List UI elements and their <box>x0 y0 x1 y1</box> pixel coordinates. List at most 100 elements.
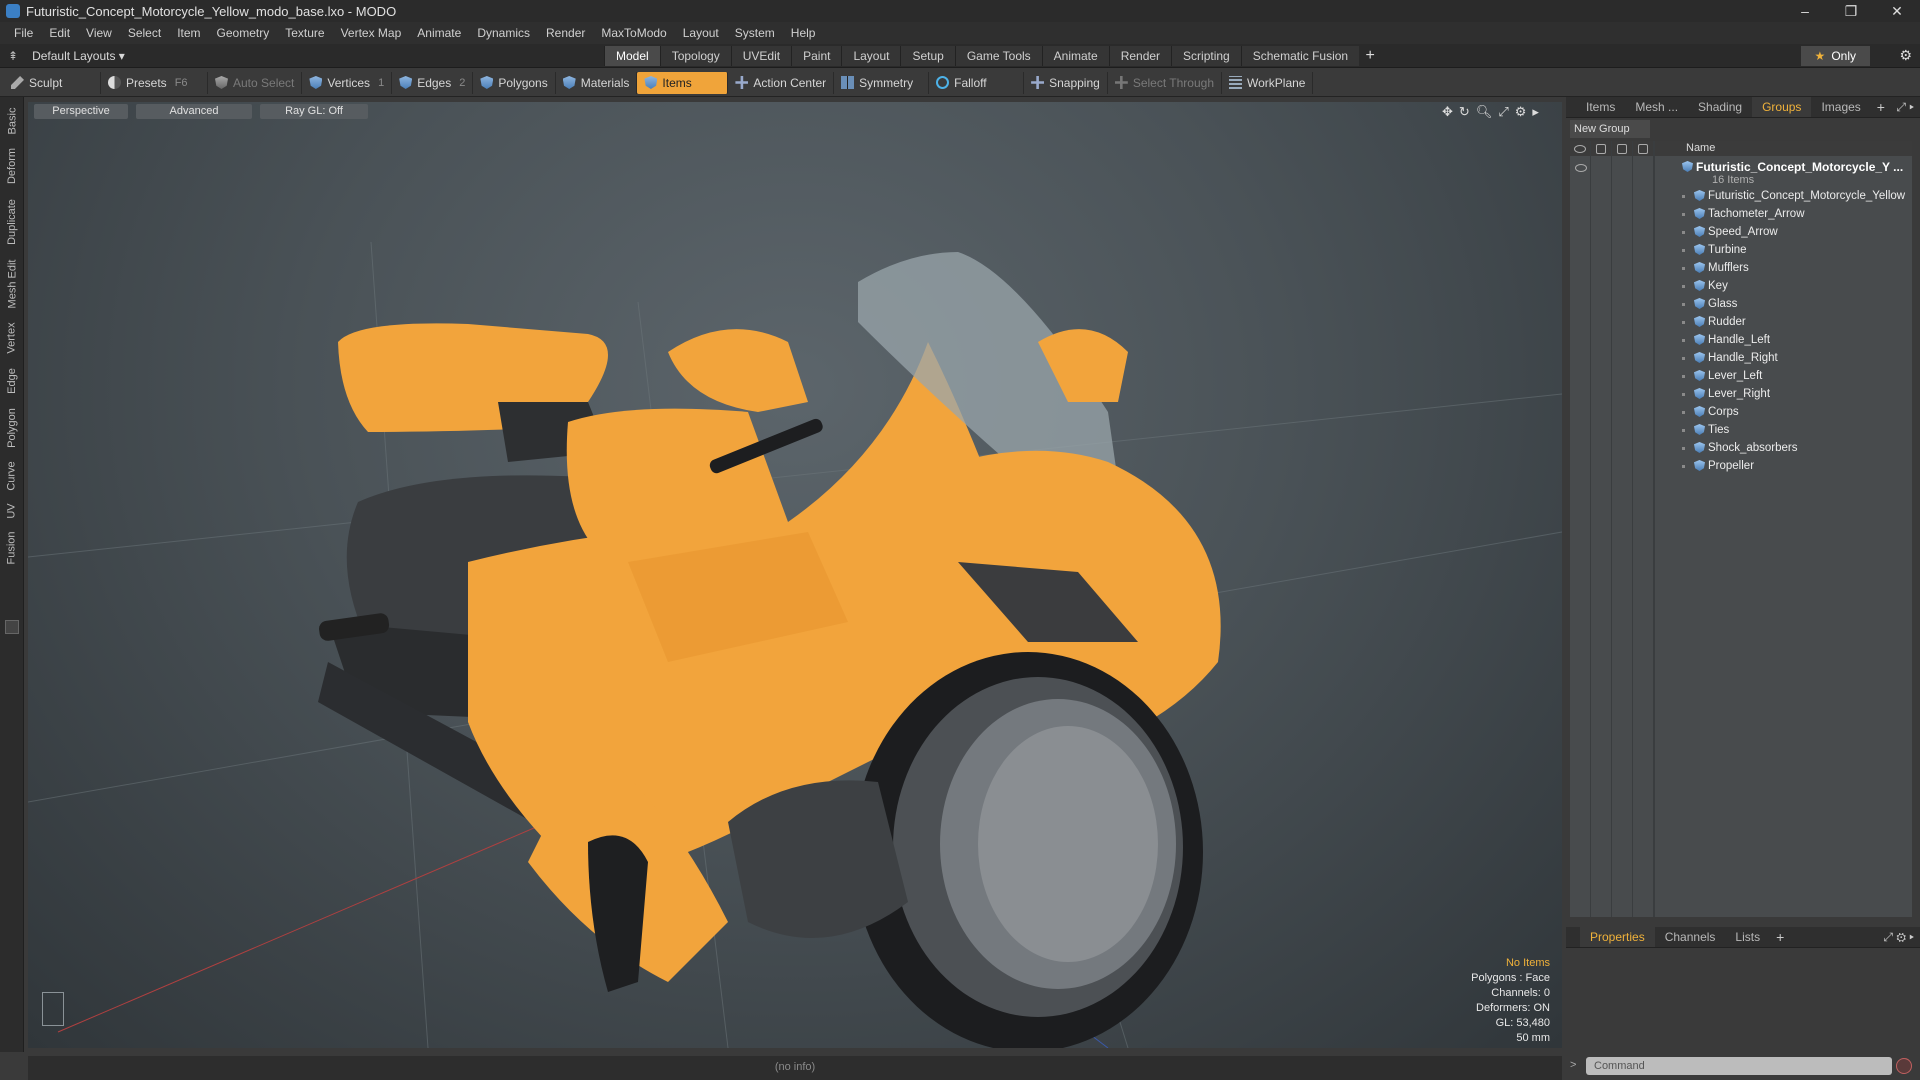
tab-mesh[interactable]: Mesh ... <box>1625 97 1688 117</box>
tab-items[interactable]: Items <box>1566 97 1625 117</box>
list-item[interactable]: Handle_Right <box>1570 349 1912 367</box>
tab-game-tools[interactable]: Game Tools <box>954 46 1042 66</box>
tab-setup[interactable]: Setup <box>900 46 955 66</box>
command-history-icon[interactable] <box>1896 1058 1912 1074</box>
tab-groups[interactable]: Groups <box>1752 97 1812 117</box>
layout-selector[interactable]: ⇞ Default Layouts ▾ <box>8 47 125 65</box>
list-item[interactable]: Rudder <box>1570 313 1912 331</box>
left-panel-toggle[interactable] <box>0 617 24 637</box>
tab-scripting[interactable]: Scripting <box>1171 46 1241 66</box>
panel-expand-icon[interactable]: ⤢ ▸ <box>1896 100 1920 115</box>
tab-channels[interactable]: Channels <box>1655 927 1726 947</box>
menu-layout[interactable]: Layout <box>675 22 727 44</box>
menu-geometry[interactable]: Geometry <box>209 22 278 44</box>
command-input[interactable]: Command <box>1586 1057 1892 1075</box>
materials-button[interactable]: Materials <box>556 71 638 94</box>
fit-view-icon[interactable]: ⤢ <box>1498 104 1508 120</box>
menu-render[interactable]: Render <box>538 22 593 44</box>
zoom-view-icon[interactable]: 🔍︎ <box>1476 104 1493 120</box>
left-tab-duplicate[interactable]: Duplicate <box>0 193 24 251</box>
menu-edit[interactable]: Edit <box>41 22 78 44</box>
menu-animate[interactable]: Animate <box>409 22 469 44</box>
list-item[interactable]: Lever_Right <box>1570 385 1912 403</box>
action-center-button[interactable]: Action Center <box>728 71 835 94</box>
menu-vertex-map[interactable]: Vertex Map <box>333 22 410 44</box>
presets-button[interactable]: Presets F6 <box>101 71 208 94</box>
add-panel-tab-button[interactable]: + <box>1871 99 1891 115</box>
view-mode-button[interactable]: Perspective <box>34 104 128 119</box>
edges-button[interactable]: Edges 2 <box>392 71 474 94</box>
lock-column-header[interactable] <box>1612 141 1633 156</box>
list-item[interactable]: Ties <box>1570 421 1912 439</box>
list-item[interactable]: Corps <box>1570 403 1912 421</box>
tab-render[interactable]: Render <box>1108 46 1172 66</box>
maximize-button[interactable]: ❐ <box>1828 0 1874 22</box>
menu-view[interactable]: View <box>78 22 120 44</box>
workplane-button[interactable]: WorkPlane <box>1222 71 1314 94</box>
falloff-button[interactable]: Falloff <box>929 71 1025 94</box>
add-tab-button[interactable]: + <box>1359 46 1381 66</box>
visibility-column-header[interactable] <box>1570 141 1591 156</box>
sculpt-button[interactable]: Sculpt <box>4 71 101 94</box>
3d-viewport[interactable] <box>28 102 1562 1048</box>
tab-lists[interactable]: Lists <box>1725 927 1770 947</box>
list-item[interactable]: Propeller <box>1570 457 1912 475</box>
close-button[interactable]: ✕ <box>1874 0 1920 22</box>
list-item[interactable]: Shock_absorbers <box>1570 439 1912 457</box>
list-item[interactable]: Mufflers <box>1570 259 1912 277</box>
left-tab-basic[interactable]: Basic <box>0 103 24 139</box>
auto-select-button[interactable]: Auto Select <box>208 71 303 94</box>
menu-file[interactable]: File <box>6 22 41 44</box>
left-tab-fusion[interactable]: Fusion <box>0 527 24 569</box>
menu-item[interactable]: Item <box>169 22 208 44</box>
tab-properties[interactable]: Properties <box>1580 927 1655 947</box>
menu-dynamics[interactable]: Dynamics <box>469 22 538 44</box>
menu-texture[interactable]: Texture <box>277 22 332 44</box>
gear-icon[interactable]: ⚙ <box>1899 47 1912 64</box>
tab-images[interactable]: Images <box>1811 97 1870 117</box>
list-item[interactable]: Tachometer_Arrow <box>1570 205 1912 223</box>
render-column-header[interactable] <box>1591 141 1612 156</box>
tab-model[interactable]: Model <box>604 46 660 66</box>
move-view-icon[interactable]: ✥ <box>1442 104 1453 120</box>
left-tab-polygon[interactable]: Polygon <box>0 403 24 453</box>
left-tab-curve[interactable]: Curve <box>0 457 24 495</box>
select-through-button[interactable]: Select Through <box>1108 71 1222 94</box>
list-item[interactable]: Futuristic_Concept_Motorcycle_Yellow <box>1570 187 1912 205</box>
menu-select[interactable]: Select <box>120 22 169 44</box>
left-tab-edge[interactable]: Edge <box>0 363 24 399</box>
tab-animate[interactable]: Animate <box>1041 46 1109 66</box>
tab-schematic-fusion[interactable]: Schematic Fusion <box>1240 46 1360 66</box>
items-button[interactable]: Items <box>637 71 729 94</box>
raygl-button[interactable]: Ray GL: Off <box>260 104 368 119</box>
list-item[interactable]: Glass <box>1570 295 1912 313</box>
menu-help[interactable]: Help <box>783 22 824 44</box>
viewport-settings-icon[interactable]: ⚙ <box>1515 104 1527 120</box>
tab-paint[interactable]: Paint <box>791 46 842 66</box>
tab-shading[interactable]: Shading <box>1688 97 1752 117</box>
list-item[interactable]: Key <box>1570 277 1912 295</box>
name-column-header[interactable]: Name <box>1654 141 1715 156</box>
left-tab-uv[interactable]: UV <box>0 499 24 523</box>
list-item[interactable]: Lever_Left <box>1570 367 1912 385</box>
list-item[interactable]: Handle_Left <box>1570 331 1912 349</box>
group-visibility-icon[interactable] <box>1575 164 1587 172</box>
viewport-menu-icon[interactable]: ▸ <box>1532 104 1539 120</box>
tab-layout[interactable]: Layout <box>841 46 901 66</box>
left-tab-deform[interactable]: Deform <box>0 143 24 189</box>
left-tab-mesh-edit[interactable]: Mesh Edit <box>0 255 24 313</box>
tab-topology[interactable]: Topology <box>659 46 731 66</box>
tab-uvedit[interactable]: UVEdit <box>730 46 792 66</box>
properties-expand-icon[interactable]: ⤢ ⚙ ▸ <box>1883 930 1920 945</box>
polygons-button[interactable]: Polygons <box>473 71 556 94</box>
vertices-button[interactable]: Vertices 1 <box>302 71 393 94</box>
menu-system[interactable]: System <box>727 22 783 44</box>
shading-mode-button[interactable]: Advanced <box>136 104 252 119</box>
add-properties-tab-button[interactable]: + <box>1770 929 1790 945</box>
menu-maxtomodo[interactable]: MaxToModo <box>593 22 674 44</box>
minimize-button[interactable]: – <box>1782 0 1828 22</box>
list-item[interactable]: Speed_Arrow <box>1570 223 1912 241</box>
rotate-view-icon[interactable]: ↻ <box>1459 104 1470 120</box>
only-toggle[interactable]: ★ Only <box>1800 46 1870 66</box>
new-group-button[interactable]: New Group <box>1570 120 1650 138</box>
